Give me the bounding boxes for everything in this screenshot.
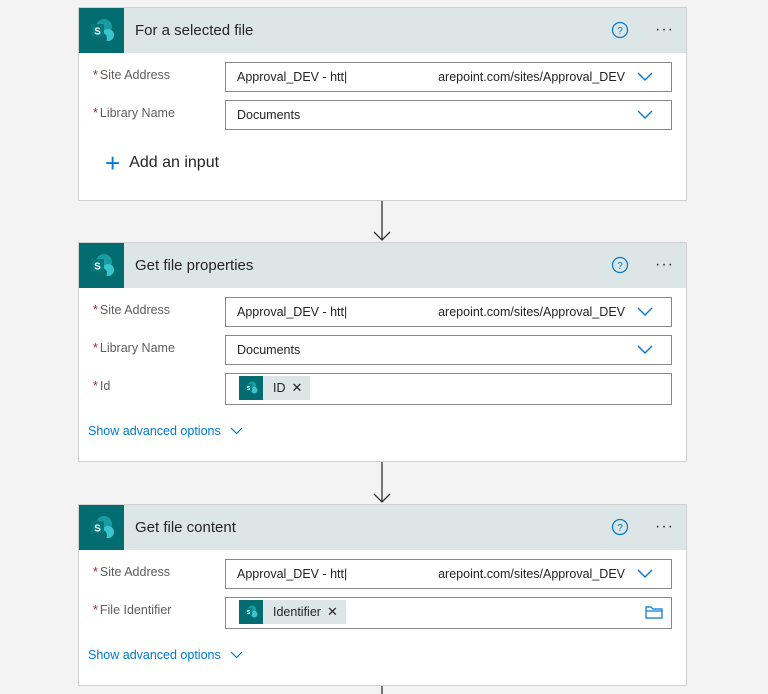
sharepoint-icon: S bbox=[79, 243, 124, 288]
svg-text:?: ? bbox=[617, 261, 623, 272]
svg-text:S: S bbox=[94, 523, 101, 534]
library-name-dropdown[interactable]: Documents bbox=[225, 100, 672, 130]
get-file-content-card: S Get file content ? ··· * Site Address A… bbox=[78, 504, 687, 686]
chevron-down-icon bbox=[637, 72, 653, 81]
sharepoint-icon: S bbox=[79, 505, 124, 550]
get-file-properties-card: S Get file properties ? ··· * Site Addres… bbox=[78, 242, 687, 462]
chevron-down-icon bbox=[230, 427, 243, 435]
svg-text:?: ? bbox=[617, 523, 623, 534]
chevron-down-icon bbox=[637, 569, 653, 578]
dynamic-content-token[interactable]: S ID ✕ bbox=[239, 376, 311, 400]
svg-text:?: ? bbox=[617, 26, 623, 37]
folder-icon[interactable] bbox=[645, 605, 663, 619]
chevron-down-icon bbox=[637, 110, 653, 119]
site-address-label: * Site Address bbox=[93, 565, 171, 579]
site-address-label: * Site Address bbox=[93, 68, 171, 82]
more-icon[interactable]: ··· bbox=[655, 255, 674, 275]
sharepoint-icon: S bbox=[79, 8, 124, 53]
more-icon[interactable]: ··· bbox=[655, 517, 674, 537]
library-name-dropdown[interactable]: Documents bbox=[225, 335, 672, 365]
dynamic-content-token[interactable]: S Identifier ✕ bbox=[239, 600, 346, 624]
svg-text:S: S bbox=[94, 261, 101, 272]
site-address-dropdown[interactable]: Approval_DEV - htt| arepoint.com/sites/A… bbox=[225, 559, 672, 589]
card-title: For a selected file bbox=[135, 22, 254, 39]
chevron-down-icon bbox=[637, 345, 653, 354]
site-address-dropdown[interactable]: Approval_DEV - htt| arepoint.com/sites/A… bbox=[225, 297, 672, 327]
trigger-card: S For a selected file ? ··· * Site Addres… bbox=[78, 7, 687, 201]
card-header[interactable]: S Get file properties ? ··· bbox=[79, 243, 686, 288]
card-header[interactable]: S Get file content ? ··· bbox=[79, 505, 686, 550]
site-address-dropdown[interactable]: Approval_DEV - htt| arepoint.com/sites/A… bbox=[225, 62, 672, 92]
help-icon[interactable]: ? bbox=[611, 518, 629, 536]
arrow-down-icon bbox=[373, 201, 391, 241]
plus-icon: + bbox=[105, 148, 121, 178]
sharepoint-icon: S bbox=[239, 600, 263, 624]
card-header[interactable]: S For a selected file ? ··· bbox=[79, 8, 686, 53]
svg-text:S: S bbox=[94, 26, 101, 37]
arrow-down-icon bbox=[373, 462, 391, 503]
help-icon[interactable]: ? bbox=[611, 256, 629, 274]
close-icon[interactable]: ✕ bbox=[292, 380, 303, 396]
add-input-button[interactable]: + Add an input bbox=[105, 148, 219, 178]
library-name-label: * Library Name bbox=[93, 341, 175, 355]
show-advanced-options-link[interactable]: Show advanced options bbox=[88, 424, 243, 438]
show-advanced-options-link[interactable]: Show advanced options bbox=[88, 648, 243, 662]
card-title: Get file properties bbox=[135, 257, 254, 274]
file-identifier-label: * File Identifier bbox=[93, 603, 172, 617]
svg-text:S: S bbox=[247, 610, 251, 616]
id-label: * Id bbox=[93, 379, 111, 393]
more-icon[interactable]: ··· bbox=[655, 20, 674, 40]
file-identifier-input[interactable]: S Identifier ✕ bbox=[225, 597, 672, 629]
chevron-down-icon bbox=[230, 651, 243, 659]
sharepoint-icon: S bbox=[239, 376, 263, 400]
library-name-label: * Library Name bbox=[93, 106, 175, 120]
close-icon[interactable]: ✕ bbox=[327, 604, 338, 620]
arrow-down-icon bbox=[381, 686, 383, 694]
help-icon[interactable]: ? bbox=[611, 21, 629, 39]
card-title: Get file content bbox=[135, 519, 236, 536]
chevron-down-icon bbox=[637, 307, 653, 316]
token-label: ID bbox=[273, 381, 286, 395]
token-label: Identifier bbox=[273, 605, 321, 619]
id-input[interactable]: S ID ✕ bbox=[225, 373, 672, 405]
site-address-label: * Site Address bbox=[93, 303, 171, 317]
svg-text:S: S bbox=[247, 386, 251, 392]
